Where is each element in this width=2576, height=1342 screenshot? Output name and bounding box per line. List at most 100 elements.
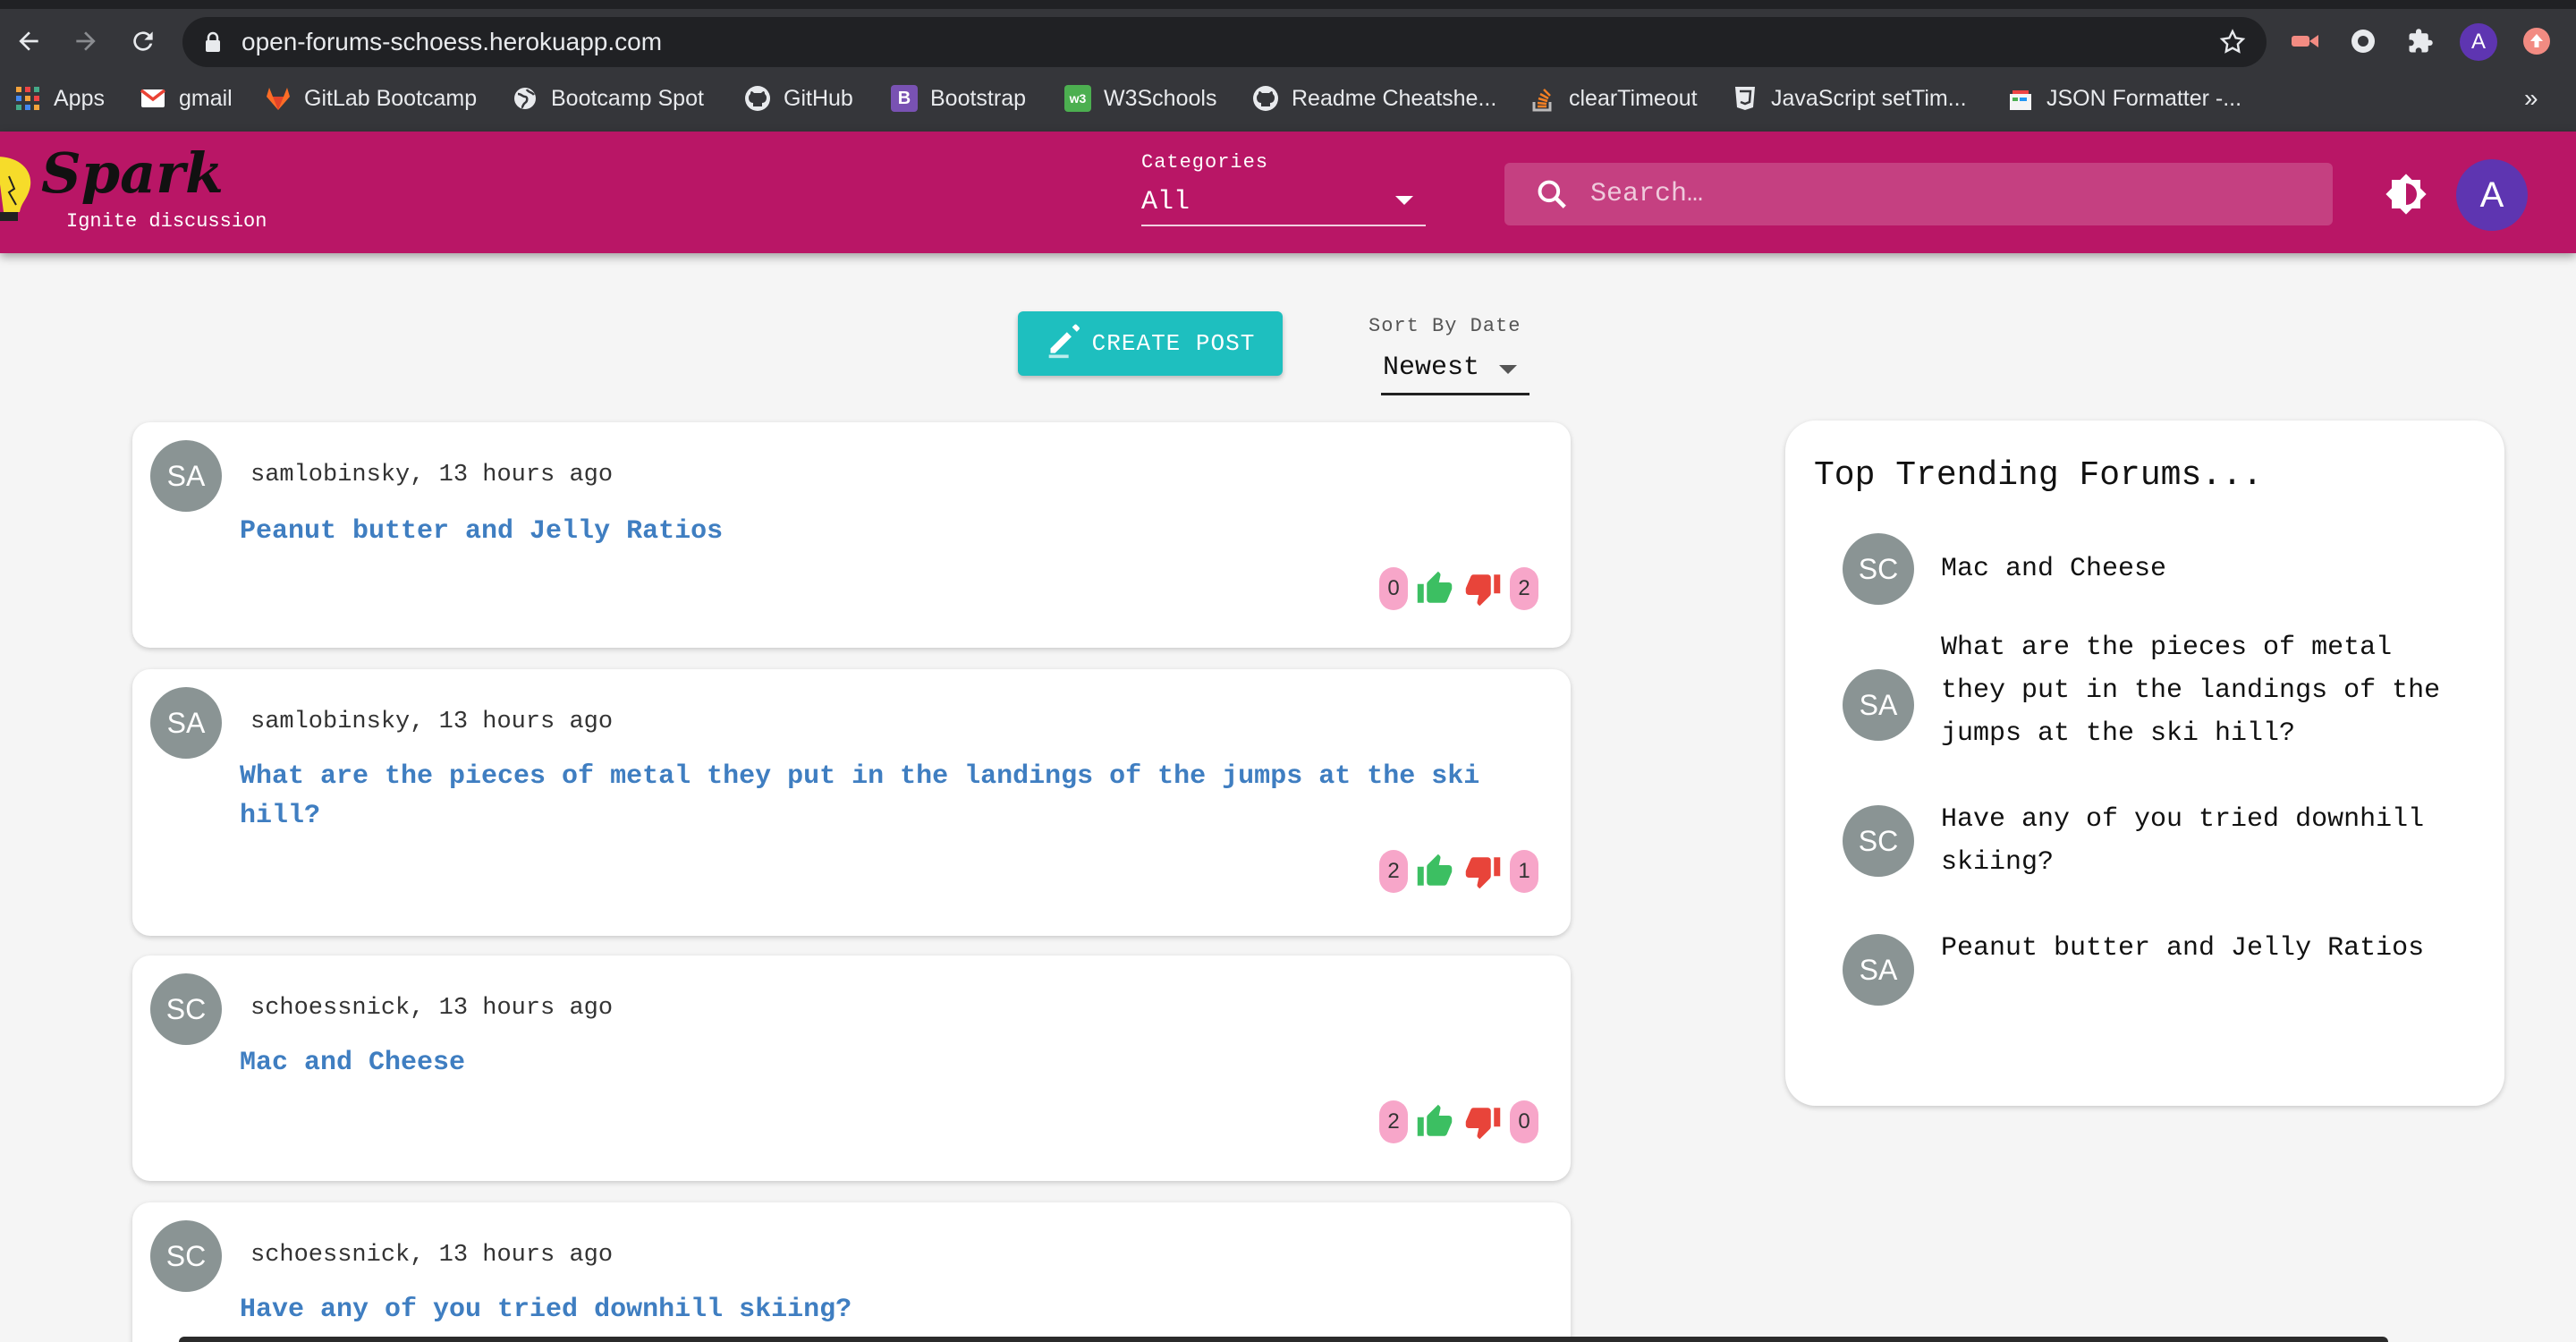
bookmark-label: JSON Formatter -... xyxy=(2046,85,2242,111)
post-title[interactable]: Peanut butter and Jelly Ratios xyxy=(240,512,1510,551)
bookmark-apps[interactable]: Apps xyxy=(14,81,105,116)
trending-title: Top Trending Forums... xyxy=(1814,456,2263,495)
author-avatar: SA xyxy=(150,440,222,512)
trending-item-title[interactable]: Have any of you tried downhill skiing? xyxy=(1941,798,2442,884)
vote-bar: 2 0 xyxy=(1379,1100,1538,1143)
bookmark-label: clearTimeout xyxy=(1569,85,1698,111)
lock-icon xyxy=(204,31,222,57)
like-count: 2 xyxy=(1379,850,1408,893)
thumbs-down-icon[interactable] xyxy=(1462,1100,1504,1143)
trending-item-title[interactable]: Mac and Cheese xyxy=(1941,548,2442,590)
like-count: 0 xyxy=(1379,567,1408,610)
author-avatar: SA xyxy=(1843,669,1914,741)
pencil-icon xyxy=(1046,320,1085,367)
dislike-count: 2 xyxy=(1510,567,1538,610)
trending-item[interactable]: SC Mac and Cheese xyxy=(1843,533,2469,605)
chevron-down-icon xyxy=(1395,196,1413,205)
extensions-puzzle-icon[interactable] xyxy=(2401,21,2440,61)
bookmark-github[interactable]: GitHub xyxy=(744,81,853,116)
app-logo[interactable]: Spark xyxy=(41,140,224,206)
bookmark-gitlab[interactable]: GitLab Bootcamp xyxy=(265,81,477,116)
categories-value: All xyxy=(1141,187,1191,217)
bootstrap-icon: B xyxy=(891,85,918,112)
sort-value: Newest xyxy=(1383,352,1480,383)
bookmark-star-icon[interactable] xyxy=(2218,28,2247,61)
bookmark-cleartimeout[interactable]: clearTimeout xyxy=(1530,81,1698,116)
create-post-button[interactable]: CREATE POST xyxy=(1018,311,1283,376)
dislike-count: 1 xyxy=(1510,850,1538,893)
address-bar[interactable]: open-forums-schoess.herokuapp.com xyxy=(182,17,2267,67)
categories-select[interactable]: All xyxy=(1141,180,1426,226)
bookmark-json-formatter[interactable]: JSON Formatter -... xyxy=(2007,81,2241,116)
thumbs-down-icon[interactable] xyxy=(1462,567,1504,610)
dislike-count: 0 xyxy=(1510,1100,1538,1143)
create-post-label: CREATE POST xyxy=(1091,330,1256,357)
update-icon[interactable] xyxy=(2517,21,2556,61)
gitlab-icon xyxy=(265,85,292,112)
browser-profile-avatar[interactable]: A xyxy=(2460,23,2497,61)
author-avatar: SC xyxy=(150,973,222,1045)
post-card: SA samlobinsky, 13 hours ago Peanut butt… xyxy=(132,422,1571,648)
extension-icon[interactable] xyxy=(2343,21,2383,61)
trending-item[interactable]: SA Peanut butter and Jelly Ratios xyxy=(1843,927,2469,1013)
post-card: SA samlobinsky, 13 hours ago What are th… xyxy=(132,669,1571,936)
bookmark-gmail[interactable]: gmail xyxy=(140,81,233,116)
thumbs-up-icon[interactable] xyxy=(1413,850,1456,893)
reload-icon[interactable] xyxy=(122,20,165,63)
sort-select[interactable]: Newest xyxy=(1381,345,1530,395)
search-input[interactable] xyxy=(1590,172,2306,217)
search-icon xyxy=(1535,177,1569,216)
bookmark-label: GitLab Bootcamp xyxy=(304,85,478,111)
github-icon xyxy=(744,85,771,112)
trending-item[interactable]: SA What are the pieces of metal they put… xyxy=(1843,626,2469,755)
w3schools-icon: w3 xyxy=(1064,85,1091,112)
browser-chrome: open-forums-schoess.herokuapp.com A Apps… xyxy=(0,0,2576,132)
back-icon[interactable] xyxy=(7,20,50,63)
bookmark-label: Bootstrap xyxy=(930,85,1027,111)
author-avatar: SC xyxy=(1843,533,1914,605)
sort-label: Sort By Date xyxy=(1368,315,1521,337)
post-title[interactable]: Mac and Cheese xyxy=(240,1043,1510,1083)
theme-toggle-icon[interactable] xyxy=(2379,167,2433,221)
thumbs-up-icon[interactable] xyxy=(1413,567,1456,610)
post-meta: schoessnick, 13 hours ago xyxy=(250,995,614,1022)
post-card: SC schoessnick, 13 hours ago Mac and Che… xyxy=(132,956,1571,1181)
bookmark-w3schools[interactable]: w3 W3Schools xyxy=(1064,81,1216,116)
gmail-icon xyxy=(140,85,166,112)
bookmark-label: JavaScript setTim... xyxy=(1771,85,1967,111)
extension-icon[interactable] xyxy=(2286,21,2326,61)
user-avatar[interactable]: A xyxy=(2456,159,2528,231)
forward-icon[interactable] xyxy=(64,20,107,63)
author-avatar: SC xyxy=(1843,805,1914,877)
stackoverflow-icon xyxy=(1530,85,1556,112)
bookmark-readme-cheatsheet[interactable]: Readme Cheatshe... xyxy=(1252,81,1496,116)
trending-item[interactable]: SC Have any of you tried downhill skiing… xyxy=(1843,798,2469,884)
post-meta: samlobinsky, 13 hours ago xyxy=(250,709,614,735)
globe-icon xyxy=(512,85,538,112)
categories-label: Categories xyxy=(1141,151,1269,174)
trending-item-title[interactable]: What are the pieces of metal they put in… xyxy=(1941,626,2442,755)
trending-item-title[interactable]: Peanut butter and Jelly Ratios xyxy=(1941,927,2442,970)
apps-grid-icon xyxy=(14,85,41,112)
post-meta: schoessnick, 13 hours ago xyxy=(250,1242,614,1269)
app-bar: Spark Ignite discussion Categories All A xyxy=(0,132,2576,253)
author-avatar: SC xyxy=(150,1220,222,1292)
thumbs-down-icon[interactable] xyxy=(1462,850,1504,893)
search-box[interactable] xyxy=(1504,163,2333,225)
url-text: open-forums-schoess.herokuapp.com xyxy=(242,28,663,55)
like-count: 2 xyxy=(1379,1100,1408,1143)
bookmark-javascript-settimeout[interactable]: JavaScript setTim... xyxy=(1732,81,1967,116)
bookmark-label: Bootcamp Spot xyxy=(551,85,704,111)
vote-bar: 2 1 xyxy=(1379,850,1538,893)
post-title[interactable]: Have any of you tried downhill skiing? xyxy=(240,1290,1510,1329)
lightbulb-icon xyxy=(0,149,36,234)
bookmark-bootcamp-spot[interactable]: Bootcamp Spot xyxy=(512,81,704,116)
author-avatar: SA xyxy=(150,687,222,759)
bookmark-label: Apps xyxy=(54,85,105,111)
bookmarks-overflow-button[interactable]: » xyxy=(2524,81,2538,116)
thumbs-up-icon[interactable] xyxy=(1413,1100,1456,1143)
tab-strip xyxy=(0,0,2576,9)
post-title[interactable]: What are the pieces of metal they put in… xyxy=(240,757,1510,836)
bookmark-bootstrap[interactable]: B Bootstrap xyxy=(891,81,1026,116)
bookmark-label: GitHub xyxy=(784,85,853,111)
